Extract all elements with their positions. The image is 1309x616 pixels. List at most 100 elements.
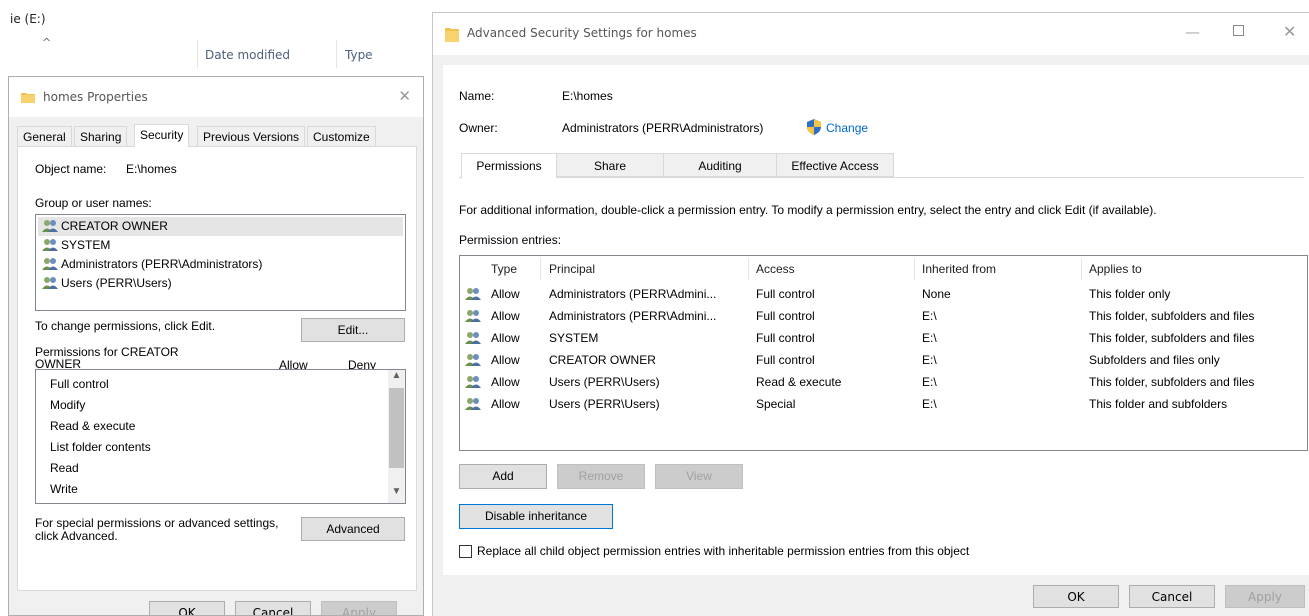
entry-type: Allow	[491, 309, 520, 323]
permission-write: Write	[50, 482, 78, 496]
maximize-icon[interactable]	[1233, 25, 1244, 36]
change-owner-link[interactable]: Change	[826, 121, 868, 135]
entry-applies-to: This folder, subfolders and files	[1089, 375, 1255, 389]
entry-type: Allow	[491, 397, 520, 411]
tab-customize[interactable]: Customize	[307, 126, 376, 146]
properties-title: homes Properties	[43, 90, 148, 104]
column-header-type[interactable]: Type	[345, 48, 373, 62]
tab-share[interactable]: Share	[556, 153, 664, 177]
entry-principal: Administrators (PERR\Admini...	[549, 287, 717, 301]
replace-child-permissions-checkbox[interactable]	[459, 545, 472, 558]
sort-chevron-up-icon[interactable]: ^	[42, 36, 51, 49]
permission-entries-label: Permission entries:	[459, 233, 562, 247]
minimize-icon[interactable]: —	[1185, 23, 1200, 41]
column-header-access[interactable]: Access	[756, 262, 795, 276]
entry-applies-to: Subfolders and files only	[1089, 353, 1220, 367]
users-icon	[465, 353, 481, 369]
entry-type: Allow	[491, 353, 520, 367]
permissions-for-label: Permissions for CREATOR OWNER	[35, 346, 179, 370]
group-or-user-names-label: Group or user names:	[35, 196, 152, 210]
close-icon[interactable]: ✕	[398, 87, 411, 105]
disable-inheritance-button[interactable]: Disable inheritance	[459, 504, 613, 529]
users-icon	[42, 257, 58, 273]
table-row[interactable]: Allow CREATOR OWNER Full control E:\ Sub…	[460, 350, 1307, 372]
entry-type: Allow	[491, 331, 520, 345]
object-name-label: Object name:	[35, 162, 107, 176]
chevron-down-icon[interactable]: ▼	[388, 486, 405, 503]
apply-button[interactable]: Apply	[1225, 585, 1305, 608]
tab-previous-versions[interactable]: Previous Versions	[197, 126, 306, 146]
tab-general[interactable]: General	[17, 126, 72, 146]
advanced-titlebar: Advanced Security Settings for homes — ✕	[433, 13, 1309, 55]
entry-principal: CREATOR OWNER	[549, 353, 656, 367]
column-header-applies-to[interactable]: Applies to	[1089, 262, 1142, 276]
column-separator	[748, 258, 749, 280]
folder-icon	[445, 26, 459, 45]
column-header-principal[interactable]: Principal	[549, 262, 595, 276]
chevron-up-icon[interactable]: ▲	[388, 370, 405, 387]
column-separator	[540, 258, 541, 280]
permissions-list[interactable]: Full control Modify Read & execute List …	[35, 369, 406, 504]
add-button[interactable]: Add	[459, 464, 547, 489]
tab-permissions[interactable]: Permissions	[461, 153, 557, 179]
column-separator	[197, 40, 198, 68]
replace-child-permissions-label: Replace all child object permission entr…	[477, 544, 970, 558]
properties-titlebar: homes Properties ✕	[9, 77, 423, 117]
advanced-body: Name: E:\homes Owner: Administrators (PE…	[443, 65, 1309, 575]
user-list-item[interactable]: Users (PERR\Users)	[38, 274, 403, 293]
entry-principal: Users (PERR\Users)	[549, 375, 660, 389]
entry-inherited-from: E:\	[922, 331, 937, 345]
user-list-item[interactable]: Administrators (PERR\Administrators)	[38, 255, 403, 274]
permission-read: Read	[50, 461, 79, 475]
tab-divider	[459, 177, 1304, 178]
advanced-button[interactable]: Advanced	[301, 517, 405, 541]
entry-principal: Administrators (PERR\Admini...	[549, 309, 717, 323]
table-row[interactable]: Allow Administrators (PERR\Admini... Ful…	[460, 284, 1307, 306]
user-name: Administrators (PERR\Administrators)	[61, 257, 263, 271]
ok-button[interactable]: OK	[149, 601, 225, 615]
table-row[interactable]: Allow Users (PERR\Users) Special E:\ Thi…	[460, 394, 1307, 416]
entry-principal: Users (PERR\Users)	[549, 397, 660, 411]
remove-button[interactable]: Remove	[557, 464, 645, 489]
advanced-title: Advanced Security Settings for homes	[467, 26, 697, 40]
scrollbar-thumb[interactable]	[389, 388, 404, 468]
user-list-item[interactable]: SYSTEM	[38, 236, 403, 255]
user-name: SYSTEM	[61, 238, 111, 252]
permission-entries-list[interactable]: Type Principal Access Inherited from App…	[459, 255, 1308, 451]
table-row[interactable]: Allow SYSTEM Full control E:\ This folde…	[460, 328, 1307, 350]
entry-access: Full control	[756, 353, 815, 367]
close-icon[interactable]: ✕	[1283, 22, 1296, 41]
name-value: E:\homes	[562, 89, 613, 103]
entry-access: Special	[756, 397, 796, 411]
apply-button[interactable]: Apply	[321, 601, 397, 615]
entry-inherited-from: E:\	[922, 375, 937, 389]
name-label: Name:	[459, 89, 495, 103]
table-row[interactable]: Allow Administrators (PERR\Admini... Ful…	[460, 306, 1307, 328]
user-list[interactable]: CREATOR OWNER SYSTEM Administrators (PER…	[35, 214, 406, 311]
tab-sharing[interactable]: Sharing	[74, 126, 128, 146]
column-separator	[914, 258, 915, 280]
users-icon	[42, 276, 58, 292]
column-header-type[interactable]: Type	[491, 262, 517, 276]
view-button[interactable]: View	[655, 464, 743, 489]
entry-inherited-from: None	[922, 287, 951, 301]
users-icon	[465, 309, 481, 325]
edit-button[interactable]: Edit...	[301, 318, 405, 342]
ok-button[interactable]: OK	[1033, 585, 1119, 608]
entry-applies-to: This folder, subfolders and files	[1089, 309, 1255, 323]
homes-properties-dialog: homes Properties ✕ General Sharing Secur…	[8, 76, 424, 616]
column-header-inherited-from[interactable]: Inherited from	[922, 262, 996, 276]
advanced-security-settings-dialog: Advanced Security Settings for homes — ✕…	[432, 12, 1309, 616]
tab-security[interactable]: Security	[134, 124, 190, 147]
cancel-button[interactable]: Cancel	[1129, 585, 1215, 608]
permissions-scrollbar[interactable]: ▲ ▼	[388, 370, 405, 503]
entry-access: Full control	[756, 287, 815, 301]
tab-auditing[interactable]: Auditing	[663, 153, 777, 177]
explorer-location: ie (E:)	[10, 12, 46, 26]
tab-effective-access[interactable]: Effective Access	[776, 153, 894, 177]
user-list-item[interactable]: CREATOR OWNER	[38, 217, 403, 236]
folder-icon	[21, 91, 35, 106]
column-header-date-modified[interactable]: Date modified	[205, 48, 290, 62]
cancel-button[interactable]: Cancel	[235, 601, 311, 615]
table-row[interactable]: Allow Users (PERR\Users) Read & execute …	[460, 372, 1307, 394]
